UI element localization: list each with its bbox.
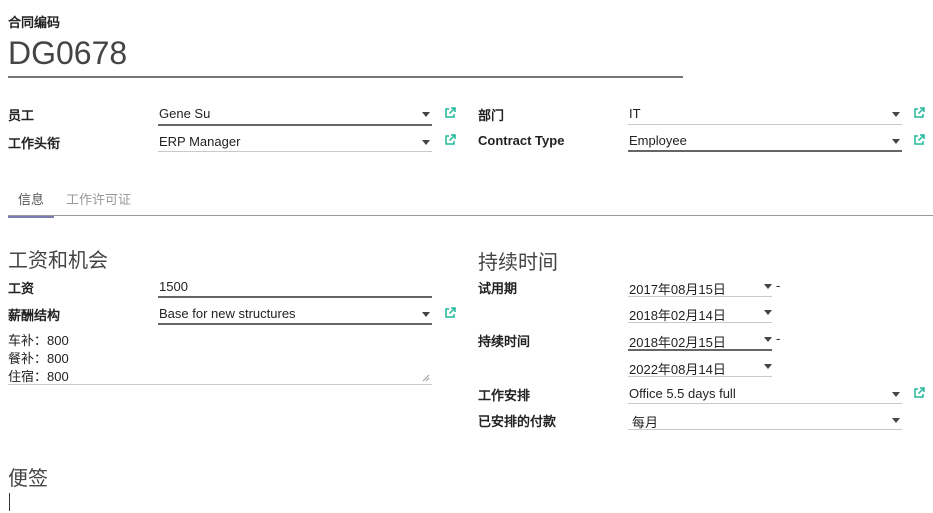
wage-input[interactable]: 1500 (158, 277, 432, 298)
date-range-dash: - (776, 278, 781, 293)
external-link-icon[interactable] (444, 134, 456, 146)
employee-value: Gene Su (159, 106, 211, 121)
job-title-label: 工作头衔 (8, 136, 61, 151)
tabs-divider (8, 215, 933, 216)
external-link-icon[interactable] (913, 387, 925, 399)
chevron-down-icon[interactable] (764, 337, 772, 342)
trial-start-value: 2017年08月15日 (629, 282, 726, 297)
text-cursor (9, 493, 10, 511)
employee-label: 员工 (8, 108, 35, 123)
trial-start-date[interactable]: 2017年08月15日 (628, 277, 772, 297)
salary-structure-label: 薪酬结构 (8, 308, 61, 323)
contract-type-select[interactable]: Employee (628, 131, 902, 152)
salary-structure-value: Base for new structures (159, 306, 296, 321)
duration-start-value: 2018年02月15日 (629, 335, 726, 350)
duration-end-value: 2022年08月14日 (629, 362, 726, 377)
duration-end-date[interactable]: 2022年08月14日 (628, 357, 772, 377)
duration-section-title: 持续时间 (478, 252, 558, 274)
salary-notes-textarea[interactable]: 车补：800 餐补：800 住宿：800 (8, 331, 432, 385)
work-schedule-select[interactable]: Office 5.5 days full (628, 384, 902, 404)
notes-section-title: 便签 (8, 468, 48, 490)
chevron-down-icon[interactable] (764, 310, 772, 315)
chevron-down-icon[interactable] (422, 112, 430, 117)
tab-label: 信息 (17, 192, 44, 207)
notes-editor[interactable] (8, 492, 608, 512)
department-select[interactable]: IT (628, 104, 902, 125)
contract-code-value: DG0678 (8, 35, 128, 71)
scheduled-payment-select[interactable]: 每月 (628, 410, 902, 430)
chevron-down-icon[interactable] (422, 140, 430, 145)
trial-end-value: 2018年02月14日 (629, 308, 726, 323)
work-schedule-value: Office 5.5 days full (629, 386, 736, 401)
tab-work-permit[interactable]: 工作许可证 (66, 186, 131, 216)
contract-type-value: Employee (629, 133, 687, 148)
resize-handle-icon[interactable] (422, 374, 430, 382)
wage-label: 工资 (8, 281, 35, 296)
scheduled-payment-label: 已安排的付款 (478, 414, 557, 429)
job-title-value: ERP Manager (159, 134, 241, 149)
job-title-select[interactable]: ERP Manager (158, 132, 432, 152)
note-line: 餐补：800 (8, 351, 69, 366)
external-link-icon[interactable] (913, 134, 925, 146)
chevron-down-icon[interactable] (764, 364, 772, 369)
chevron-down-icon[interactable] (892, 418, 900, 423)
scheduled-payment-value: 每月 (632, 415, 659, 430)
department-value: IT (629, 106, 641, 121)
note-line: 住宿：800 (8, 369, 69, 384)
tab-label: 工作许可证 (66, 192, 132, 207)
employee-select[interactable]: Gene Su (158, 104, 432, 126)
external-link-icon[interactable] (444, 107, 456, 119)
duration-label: 持续时间 (478, 334, 531, 349)
chevron-down-icon[interactable] (764, 284, 772, 289)
chevron-down-icon[interactable] (892, 139, 900, 144)
department-label: 部门 (478, 108, 505, 123)
wage-value: 1500 (159, 279, 188, 294)
salary-structure-select[interactable]: Base for new structures (158, 304, 432, 325)
external-link-icon[interactable] (913, 107, 925, 119)
contract-code-field[interactable]: DG0678 (8, 32, 683, 78)
salary-section-title: 工资和机会 (8, 250, 108, 272)
duration-start-date[interactable]: 2018年02月15日 (628, 330, 772, 351)
contract-code-label: 合同编码 (8, 15, 61, 30)
tab-info[interactable]: 信息 (8, 186, 54, 218)
contract-type-label: Contract Type (478, 133, 565, 148)
trial-period-label: 试用期 (478, 281, 518, 296)
work-schedule-label: 工作安排 (478, 388, 531, 403)
trial-end-date[interactable]: 2018年02月14日 (628, 303, 772, 323)
chevron-down-icon[interactable] (892, 392, 900, 397)
chevron-down-icon[interactable] (892, 112, 900, 117)
chevron-down-icon[interactable] (422, 312, 430, 317)
external-link-icon[interactable] (444, 307, 456, 319)
date-range-dash: - (776, 331, 781, 346)
note-line: 车补：800 (8, 333, 69, 348)
